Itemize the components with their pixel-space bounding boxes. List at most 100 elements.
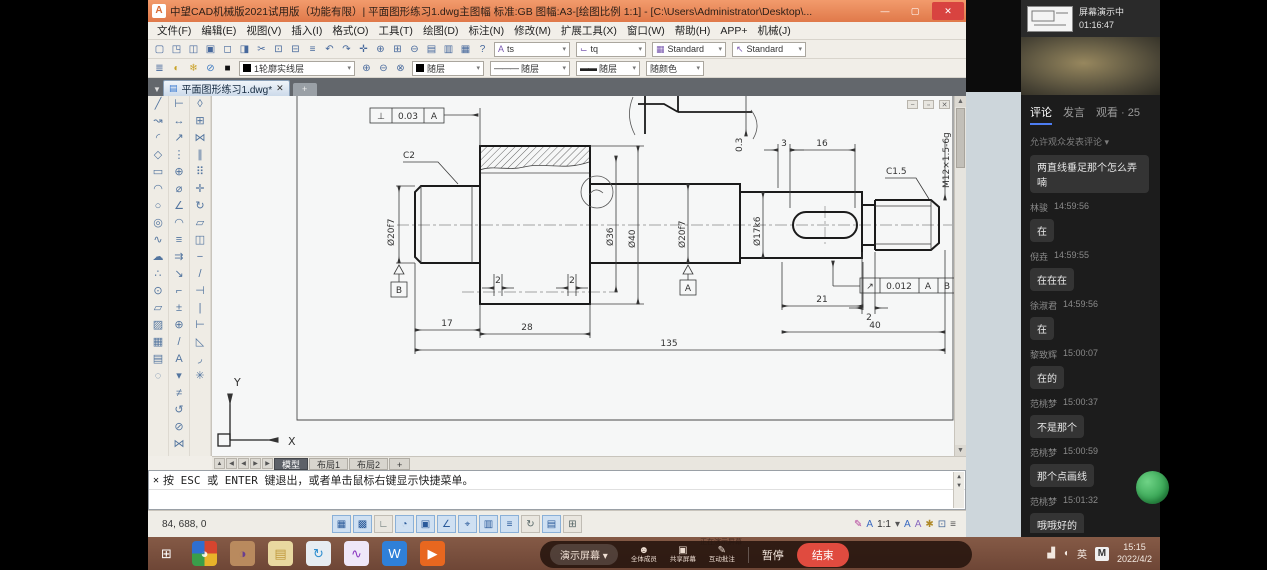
- menu-item-5[interactable]: 工具(T): [374, 23, 418, 38]
- tab-comments[interactable]: 评论: [1030, 104, 1052, 125]
- layer-freeze-icon[interactable]: ❄: [185, 61, 202, 76]
- members-button[interactable]: ☻ 全体成员: [631, 545, 657, 563]
- polygon-icon[interactable]: ◇: [149, 147, 168, 164]
- explode-icon[interactable]: ✳: [191, 368, 210, 385]
- scrollbar-thumb[interactable]: [956, 108, 965, 168]
- model-view-icon[interactable]: ▤: [423, 42, 440, 57]
- zwcad-app-icon[interactable]: ∿: [344, 541, 369, 566]
- tab-add-layout[interactable]: +: [389, 458, 410, 470]
- line-icon[interactable]: ╱: [149, 96, 168, 113]
- fillet-icon[interactable]: ◞: [191, 351, 210, 368]
- title-bar[interactable]: A 中望CAD机械版2021试用版（功能有限）| 平面图形练习1.dwg主图幅 …: [148, 0, 966, 22]
- osnap-icon[interactable]: ▣: [416, 515, 435, 533]
- image-icon[interactable]: ▤: [149, 351, 168, 368]
- menu-item-10[interactable]: 窗口(W): [622, 23, 670, 38]
- hatch-icon[interactable]: ▨: [149, 317, 168, 334]
- annotation-toggle-icon[interactable]: ▤: [542, 515, 561, 533]
- document-tab[interactable]: ▤ 平面图形练习1.dwg* ✕: [163, 80, 290, 96]
- start-icon[interactable]: ⊞: [154, 541, 179, 566]
- dyn-input-icon[interactable]: ▥: [479, 515, 498, 533]
- region-icon[interactable]: ▱: [149, 300, 168, 317]
- menu-item-8[interactable]: 修改(M): [509, 23, 556, 38]
- status-menu-icon[interactable]: ≡: [950, 519, 956, 530]
- publish-icon[interactable]: ◨: [236, 42, 253, 57]
- linetype-combo[interactable]: ——— 随层▾: [490, 61, 570, 76]
- nav-up-icon[interactable]: ▲: [214, 458, 225, 469]
- drawing-canvas[interactable]: ⊥ 0.03 A C2 Ø20f7 B 2 2 Ø36 Ø40 Ø20f7 A …: [212, 96, 966, 456]
- dim-linear-icon[interactable]: ↔: [170, 113, 189, 130]
- redo-icon[interactable]: ↷: [338, 42, 355, 57]
- share-screen-button[interactable]: ▣ 共享屏幕: [670, 545, 696, 563]
- paint-app-icon[interactable]: ◑: [230, 541, 255, 566]
- point-icon[interactable]: ∴: [149, 266, 168, 283]
- workspace-icon[interactable]: ⊞: [563, 515, 582, 533]
- menu-item-6[interactable]: 绘图(D): [418, 23, 464, 38]
- tile-horizontal-icon[interactable]: ▥: [440, 42, 457, 57]
- canvas-scrollbar[interactable]: ▲ ▼: [954, 96, 966, 456]
- layer-on-icon[interactable]: ◐: [168, 61, 185, 76]
- revcloud-icon[interactable]: ☁: [149, 249, 168, 266]
- command-close-icon[interactable]: ✕: [149, 475, 163, 486]
- dim-smart-icon[interactable]: ⊢: [170, 96, 189, 113]
- arc-icon[interactable]: ◜: [149, 130, 168, 147]
- layer-previous-icon[interactable]: ⊖: [375, 61, 392, 76]
- restore-button[interactable]: ▢: [902, 2, 928, 20]
- settings-gear-icon[interactable]: ✱: [925, 519, 933, 530]
- dim-arc-length-icon[interactable]: ◠: [170, 215, 189, 232]
- ime-mode-badge[interactable]: M: [1095, 547, 1109, 561]
- help-icon[interactable]: ?: [474, 42, 491, 57]
- dim-reassociate-icon[interactable]: ⊘: [170, 419, 189, 436]
- match-properties-icon[interactable]: ≡: [304, 42, 321, 57]
- menu-item-3[interactable]: 插入(I): [286, 23, 327, 38]
- speaker-icon[interactable]: ◖: [1063, 548, 1069, 559]
- minimize-button[interactable]: —: [872, 2, 898, 20]
- mdi-restore-icon[interactable]: ▫: [923, 100, 934, 109]
- scale-icon[interactable]: ▱: [191, 215, 210, 232]
- sketch-icon[interactable]: ◌: [149, 368, 168, 385]
- table-icon[interactable]: ▦: [149, 334, 168, 351]
- share-status-row[interactable]: 屏幕演示中 01:16:47: [1021, 0, 1160, 37]
- sync-app-icon[interactable]: ↻: [306, 541, 331, 566]
- nav-last-icon[interactable]: ▶: [262, 458, 273, 469]
- arc-3point-icon[interactable]: ◠: [149, 181, 168, 198]
- dim-style-icon[interactable]: ▾: [170, 368, 189, 385]
- dim-update-icon[interactable]: ↺: [170, 402, 189, 419]
- grid-icon[interactable]: ▦: [332, 515, 351, 533]
- text-style-combo[interactable]: A ts▾: [494, 42, 570, 57]
- dyn-ucs-icon[interactable]: ⌖: [458, 515, 477, 533]
- tab-layout1[interactable]: 布局1: [309, 458, 348, 470]
- wps-app-icon[interactable]: W: [382, 541, 407, 566]
- ime-indicator[interactable]: 英: [1077, 546, 1087, 561]
- cut-icon[interactable]: ✂: [253, 42, 270, 57]
- zoom-realtime-icon[interactable]: ⊕: [372, 42, 389, 57]
- command-scrollbar[interactable]: ▲▼: [953, 472, 964, 508]
- tab-layout2[interactable]: 布局2: [349, 458, 388, 470]
- taskbar-clock[interactable]: 15:15 2022/4/2: [1117, 542, 1152, 565]
- mirror-icon[interactable]: ⋈: [191, 130, 210, 147]
- dim-override-icon[interactable]: ≠: [170, 385, 189, 402]
- share-thumbnail[interactable]: [1027, 6, 1073, 32]
- annot-visibility-icon[interactable]: ✎: [854, 519, 862, 530]
- mdi-minimize-icon[interactable]: −: [907, 100, 918, 109]
- dim-tolerance-icon[interactable]: ±: [170, 300, 189, 317]
- scale-value-icon[interactable]: 1:1: [877, 519, 891, 530]
- save-icon[interactable]: ◫: [185, 42, 202, 57]
- plot-icon[interactable]: ▣: [202, 42, 219, 57]
- network-icon[interactable]: ▟: [1047, 548, 1055, 559]
- menu-item-9[interactable]: 扩展工具(X): [556, 23, 622, 38]
- dim-style-combo[interactable]: ⌙ tq▾: [576, 42, 646, 57]
- plotstyle-combo[interactable]: 随颜色▾: [646, 61, 704, 76]
- dim-leader-icon[interactable]: ↘: [170, 266, 189, 283]
- copy-icon[interactable]: ⊡: [270, 42, 287, 57]
- rectangle-icon[interactable]: ▭: [149, 164, 168, 181]
- mdi-close-icon[interactable]: ✕: [939, 100, 950, 109]
- ellipse-icon[interactable]: ◎: [149, 215, 168, 232]
- folder-app-icon[interactable]: ▤: [268, 541, 293, 566]
- spline-icon[interactable]: ∿: [149, 232, 168, 249]
- lineweight-combo[interactable]: ▬▬ 随层▾: [576, 61, 640, 76]
- chamfer-icon[interactable]: ◺: [191, 334, 210, 351]
- scroll-up-icon[interactable]: ▲: [955, 96, 966, 107]
- trim-icon[interactable]: /: [191, 266, 210, 283]
- dim-baseline-icon[interactable]: ≡: [170, 232, 189, 249]
- layer-make-current-icon[interactable]: ⊕: [358, 61, 375, 76]
